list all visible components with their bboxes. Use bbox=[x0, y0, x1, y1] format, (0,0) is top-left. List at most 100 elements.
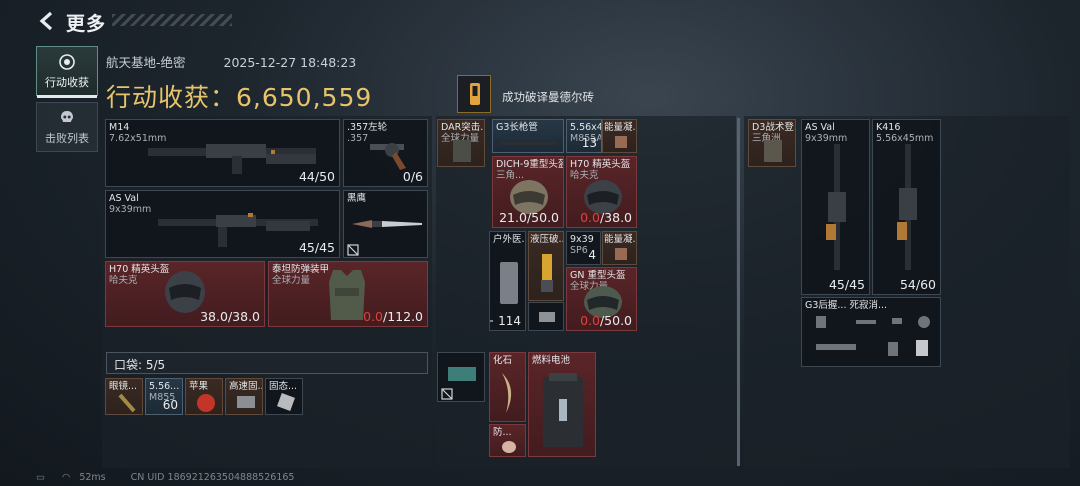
item-name: 户外医... bbox=[493, 234, 525, 245]
safebox-item[interactable]: D3战术登... 三角洲 bbox=[748, 119, 796, 167]
item-name: 燃料电池 bbox=[532, 355, 571, 366]
helmet-icon bbox=[510, 180, 548, 214]
harvest-value: 6,650,559 bbox=[236, 83, 373, 112]
pocket-label: 口袋: 5/5 bbox=[114, 358, 166, 372]
item-name: G3后握... 死寂消... bbox=[805, 300, 887, 311]
backpack-item[interactable]: 能量凝... bbox=[602, 119, 637, 153]
knife-icon bbox=[352, 220, 422, 228]
achievement-badge-icon[interactable] bbox=[457, 75, 491, 113]
item-name: 高速固... bbox=[229, 381, 263, 392]
pocket-item[interactable]: 5.56... M855 60 bbox=[145, 378, 183, 415]
pocket-item[interactable]: 眼镜... bbox=[105, 378, 143, 415]
tab-label: 行动收获 bbox=[45, 76, 89, 89]
ammo-count: 54/60 bbox=[899, 277, 936, 292]
item-name: 化石 bbox=[493, 355, 513, 366]
panel-divider bbox=[737, 118, 740, 466]
tab-kill-list[interactable]: 击败列表 bbox=[36, 102, 98, 152]
backpack-item[interactable]: H70 精英头盔 哈夫克 0.0/38.0 bbox=[566, 156, 637, 228]
backpack-item[interactable]: DICH-9重型头盔 三角... 21.0/50.0 bbox=[492, 156, 564, 228]
backpack-item[interactable]: DAR突击... 全球力量 bbox=[437, 119, 485, 167]
fossil-claw-icon bbox=[502, 373, 512, 413]
durability: 21.0/50.0 bbox=[499, 210, 559, 225]
map-name: 航天基地-绝密 bbox=[106, 55, 186, 70]
item-icon bbox=[615, 248, 627, 260]
item-icon bbox=[237, 396, 255, 408]
safebox-weapon-slot[interactable]: AS Val 9x39mm 45/45 bbox=[801, 119, 870, 295]
pocket-item[interactable]: 固态... bbox=[265, 378, 303, 415]
attachment-icons[interactable] bbox=[812, 312, 932, 362]
backpack-item[interactable] bbox=[437, 352, 485, 402]
durability: 0.0/38.0 bbox=[580, 210, 632, 225]
safebox-weapon-slot[interactable]: K416 5.56x45mm 54/60 bbox=[872, 119, 941, 295]
ping-value: 52ms bbox=[79, 472, 106, 483]
secondary-weapon-slot[interactable]: AS Val 9x39mm 45/45 bbox=[105, 190, 340, 258]
back-arrow-icon[interactable] bbox=[36, 10, 58, 32]
item-icon bbox=[277, 393, 295, 411]
durability: 0.0/50.0 bbox=[580, 313, 632, 328]
item-icon bbox=[615, 136, 627, 148]
durability: 38.0/38.0 bbox=[200, 309, 260, 324]
item-count: 60 bbox=[162, 398, 178, 412]
ammo-count: 45/45 bbox=[298, 240, 335, 255]
backpack-item[interactable]: GN 重型头盔 全球力量 0.0/50.0 bbox=[566, 267, 637, 331]
item-name: G3长枪管 bbox=[496, 122, 538, 133]
backpack-item[interactable]: 化石 bbox=[489, 352, 526, 422]
item-count-value: 114 bbox=[498, 314, 521, 328]
durability-current: 0.0 bbox=[363, 309, 383, 324]
backpack-item[interactable] bbox=[528, 302, 564, 331]
item-name: 固态... bbox=[269, 381, 298, 392]
item-icon bbox=[502, 441, 516, 453]
backpack-item[interactable]: G3长枪管 bbox=[492, 119, 564, 153]
item-caliber: .357 bbox=[347, 133, 369, 144]
medkit-icon bbox=[500, 262, 518, 304]
backpack-item[interactable]: 能量凝... bbox=[602, 231, 637, 265]
item-name: 能量凝... bbox=[604, 122, 636, 133]
tab-harvest[interactable]: 行动收获 bbox=[36, 46, 98, 98]
ammo-count: 0/6 bbox=[402, 169, 423, 184]
item-name: 防... bbox=[493, 427, 512, 438]
pocket-item[interactable]: 苹果 bbox=[185, 378, 223, 415]
page-title: 更多 bbox=[66, 13, 107, 35]
harvest-total: 行动收获：6,650,559 bbox=[106, 78, 372, 114]
melee-slot[interactable]: 黑鹰 bbox=[343, 190, 428, 258]
title-decoration bbox=[112, 14, 232, 26]
case-icon bbox=[448, 367, 476, 381]
item-brand: 哈夫克 bbox=[109, 275, 138, 286]
backpack-item[interactable]: 9x39 SP6 4 bbox=[566, 231, 601, 265]
hydraulic-tool-icon bbox=[541, 254, 553, 292]
durability-max: /50.0 bbox=[526, 210, 559, 225]
backpack-item[interactable]: 防... bbox=[489, 424, 526, 457]
primary-weapon-slot[interactable]: M14 7.62x51mm 44/50 bbox=[105, 119, 340, 187]
top-bar: 更多 bbox=[0, 0, 1080, 42]
item-name: DICH-9重型头盔 bbox=[496, 159, 564, 170]
helmet-slot[interactable]: H70 精英头盔 哈夫克 38.0/38.0 bbox=[105, 261, 265, 327]
item-name: 液压破... bbox=[530, 234, 564, 245]
attachment-name: G3后握... bbox=[805, 300, 847, 311]
item-brand: 全球力量 bbox=[272, 275, 311, 286]
backpack-item[interactable]: 户外医... + 114 bbox=[489, 231, 526, 331]
chest-rig-icon bbox=[453, 140, 471, 162]
item-name: 眼镜... bbox=[109, 381, 138, 392]
backpack-item[interactable]: 5.56x4... M855A... 13 bbox=[566, 119, 602, 153]
backpack-item[interactable]: 燃料电池 bbox=[528, 352, 596, 457]
wifi-icon: ◠ bbox=[62, 472, 71, 483]
armor-slot[interactable]: 泰坦防弹装甲 全球力量 0.0/112.0 bbox=[268, 261, 428, 327]
item-sub: SP6 bbox=[570, 245, 588, 256]
ammo-count: 45/45 bbox=[828, 277, 865, 292]
item-name: DAR突击... bbox=[441, 122, 485, 133]
item-count: + 114 bbox=[490, 314, 521, 328]
rifle-icon bbox=[897, 144, 917, 270]
pocket-item[interactable]: 高速固... bbox=[225, 378, 263, 415]
item-name: 能量凝... bbox=[604, 234, 636, 245]
fuel-cell-icon bbox=[543, 373, 583, 447]
item-name: AS Val bbox=[805, 122, 835, 133]
item-name: D3战术登... bbox=[752, 122, 796, 133]
item-name: 5.56... bbox=[149, 381, 180, 392]
sidearm-slot[interactable]: .357左轮 .357 0/6 bbox=[343, 119, 428, 187]
backpack-item[interactable]: 液压破... bbox=[528, 231, 564, 301]
item-name: 9x39 bbox=[570, 234, 594, 245]
durability-max: /38.0 bbox=[599, 210, 632, 225]
battery-icon: ▭ bbox=[36, 472, 45, 483]
durability-max: /50.0 bbox=[599, 313, 632, 328]
helmet-icon bbox=[584, 180, 622, 214]
